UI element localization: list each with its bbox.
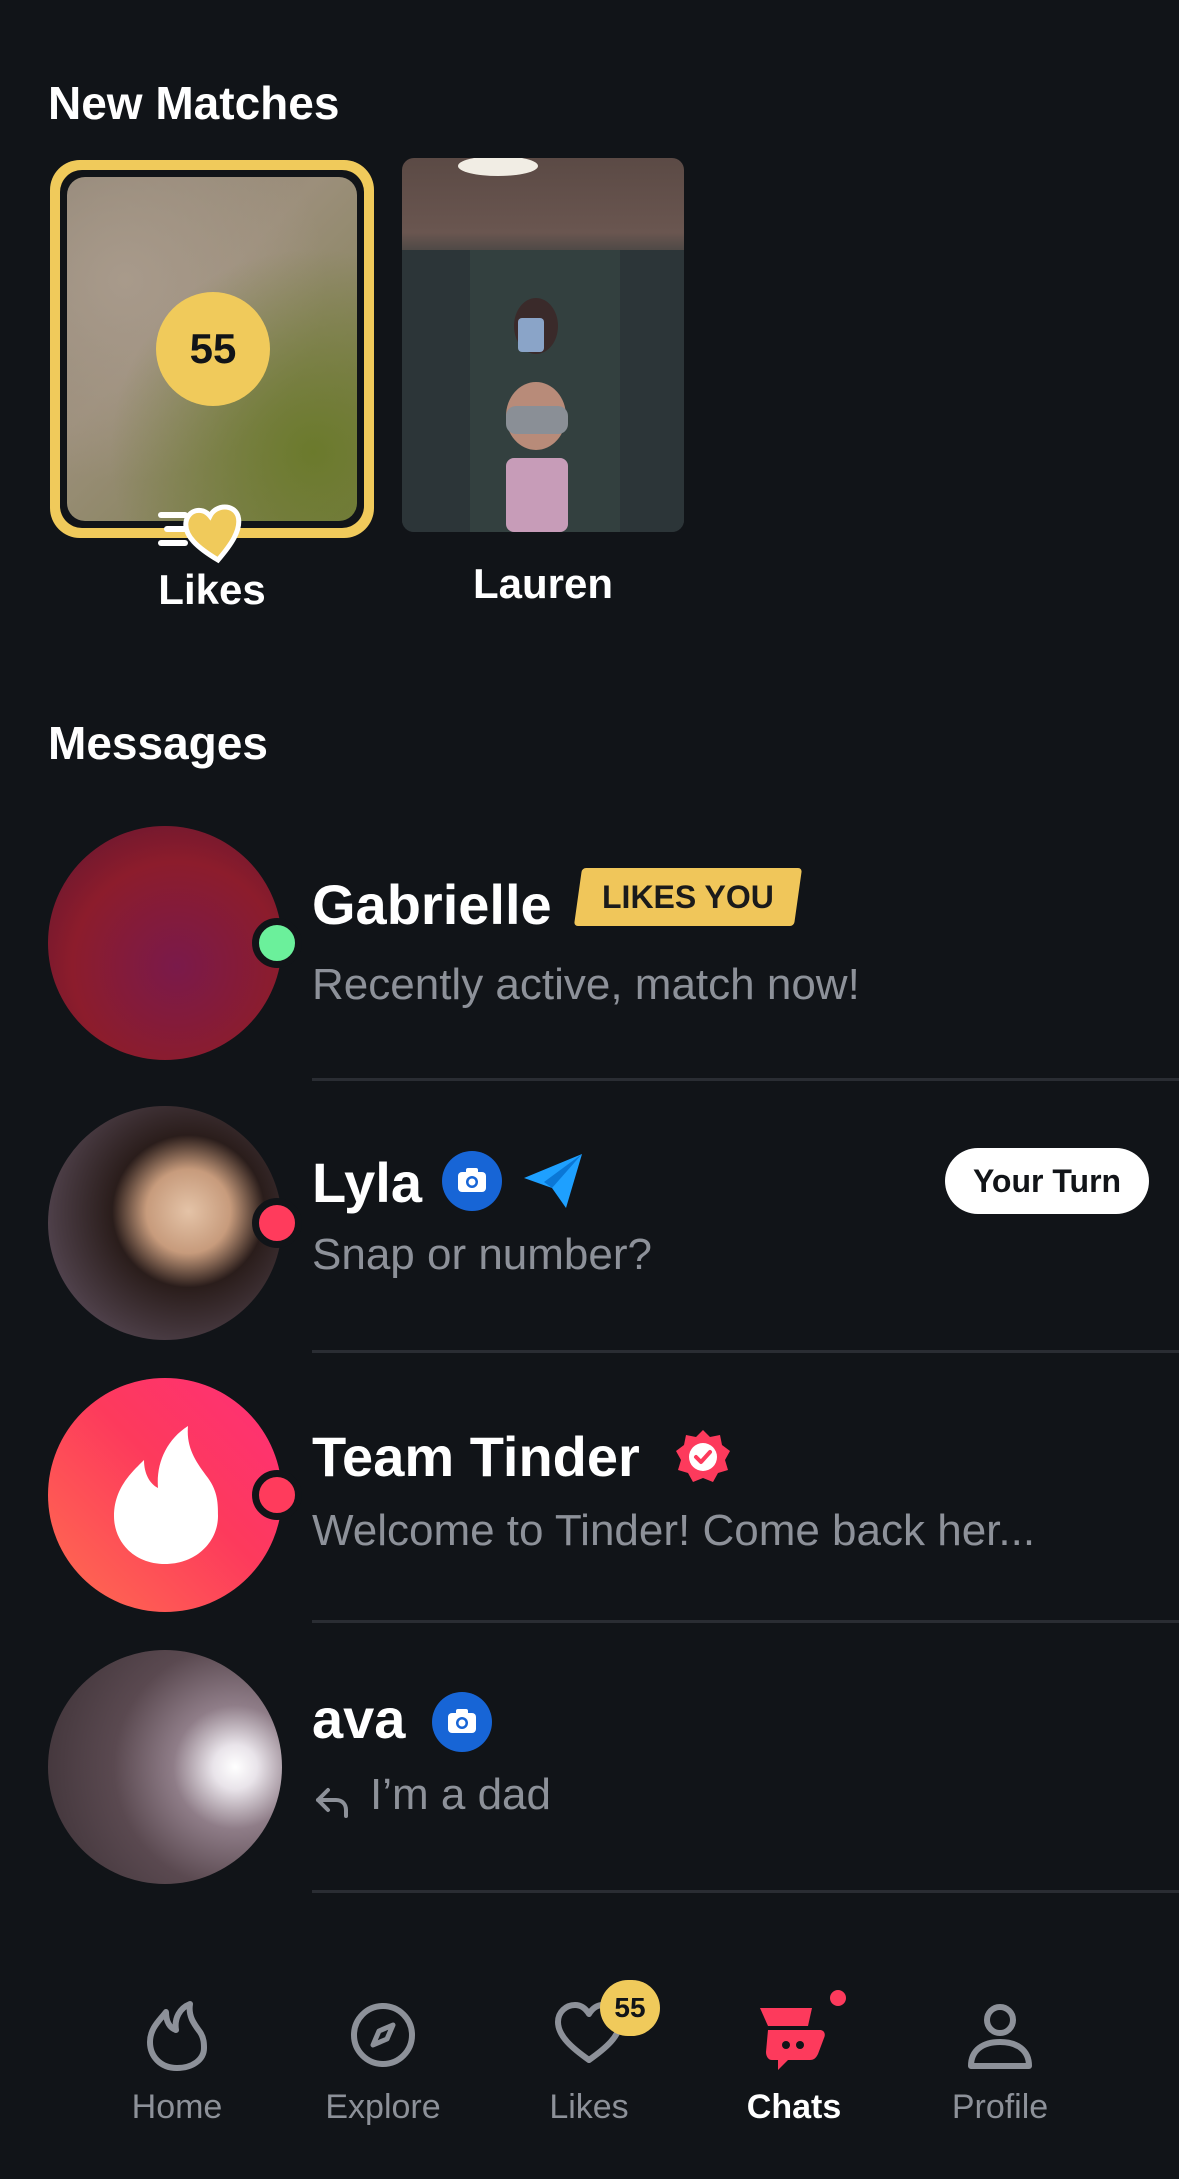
nav-label: Explore (325, 2088, 441, 2126)
conversation-row-gabrielle[interactable]: Gabrielle Recently active, match now! (0, 810, 1179, 1081)
person-icon (968, 2004, 1032, 2069)
messages-title: Messages (48, 717, 268, 769)
new-matches-title: New Matches (48, 77, 340, 129)
row-divider (312, 1078, 1179, 1081)
camera-icon (432, 1692, 492, 1752)
new-message-dot (830, 1990, 846, 2006)
match-photo (402, 158, 684, 532)
avatar (48, 826, 282, 1060)
reply-arrow-icon (316, 1788, 348, 1818)
likes-card-label: Likes (158, 566, 266, 613)
gold-heart-icon (158, 504, 242, 564)
conversation-row-ava[interactable]: ava I’m a dad (0, 1634, 1179, 1904)
flame-icon (147, 2001, 207, 2071)
likes-count-badge: 55 (156, 292, 270, 406)
nav-label: Chats (746, 2088, 842, 2126)
contact-name: Lyla (312, 1151, 422, 1214)
conversation-row-team-tinder[interactable]: Team Tinder Welcome to Tinder! Come back… (0, 1362, 1179, 1632)
likes-you-badge: LIKES YOU (573, 868, 802, 926)
nav-label: Profile (951, 2088, 1049, 2126)
message-preview: Recently active, match now! (312, 960, 860, 1009)
contact-name: ava (312, 1687, 406, 1750)
message-preview: I’m a dad (370, 1770, 551, 1819)
likes-count-badge: 55 (600, 1980, 660, 2036)
message-preview: Welcome to Tinder! Come back her... (312, 1506, 1036, 1555)
conversation-row-lyla[interactable]: Lyla Snap or number? (0, 1090, 1179, 1360)
row-divider (312, 1620, 1179, 1623)
nav-label: Likes (549, 2088, 629, 2126)
message-preview: Snap or number? (312, 1230, 652, 1279)
row-divider (312, 1890, 1179, 1893)
avatar (48, 1650, 282, 1884)
tinder-flame-icon (114, 1426, 218, 1564)
avatar (48, 1378, 282, 1612)
chat-bubbles-icon (760, 2008, 825, 2070)
compass-icon (351, 2003, 415, 2067)
unread-status-dot (252, 1198, 302, 1248)
match-name: Lauren (472, 560, 614, 607)
avatar (48, 1106, 282, 1340)
camera-icon (442, 1151, 502, 1211)
send-plane-icon (524, 1154, 582, 1208)
row-divider (312, 1350, 1179, 1353)
contact-name: Team Tinder (312, 1425, 640, 1488)
your-turn-badge: Your Turn (945, 1148, 1149, 1214)
match-card-lauren[interactable] (402, 158, 684, 532)
nav-label: Home (131, 2088, 223, 2126)
verified-badge-icon (676, 1430, 730, 1482)
online-status-dot (252, 918, 302, 968)
unread-status-dot (252, 1470, 302, 1520)
contact-name: Gabrielle (312, 873, 552, 936)
